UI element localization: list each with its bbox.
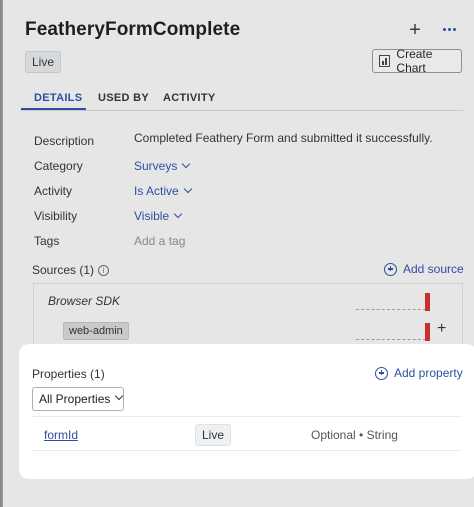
property-row[interactable]: formId Live Optional • String	[32, 416, 462, 451]
sparkline-bar	[425, 293, 430, 311]
category-value: Surveys	[134, 159, 178, 173]
visibility-label: Visibility	[34, 209, 78, 223]
status-badge: Live	[25, 51, 62, 73]
sparkline-bar	[425, 323, 430, 341]
tab-bar: DETAILS USED BY ACTIVITY	[21, 87, 463, 111]
properties-label: Properties (1)	[32, 367, 105, 381]
tab-details[interactable]: DETAILS	[34, 92, 82, 104]
add-tag-input[interactable]: Add a tag	[134, 234, 185, 248]
chevron-down-icon	[173, 209, 183, 219]
active-tab-indicator	[21, 108, 86, 110]
source-name[interactable]: Browser SDK	[48, 294, 120, 308]
activity-value: Is Active	[134, 184, 179, 198]
visibility-dropdown[interactable]: Visible	[134, 209, 183, 223]
properties-filter-select[interactable]: All Properties	[32, 387, 124, 411]
sparkline-baseline	[356, 339, 426, 340]
properties-card: Properties (1) Add property All Properti…	[19, 344, 474, 479]
properties-filter-value: All Properties	[39, 392, 111, 406]
chevron-down-icon	[115, 391, 124, 401]
plus-circle-icon	[375, 366, 388, 380]
description-label: Description	[34, 134, 95, 148]
create-chart-button[interactable]: Create Chart	[372, 47, 462, 75]
category-dropdown[interactable]: Surveys	[134, 159, 191, 173]
info-icon[interactable]: i	[98, 265, 110, 276]
property-type: Optional • String	[311, 428, 398, 442]
event-detail-panel: FeatheryFormComplete + Live Create Chart…	[2, 0, 474, 507]
add-source-button[interactable]: Add source	[384, 262, 464, 276]
activity-label: Activity	[34, 184, 73, 198]
page-title: FeatheryFormComplete	[25, 19, 241, 40]
add-property-button[interactable]: Add property	[375, 366, 463, 380]
add-source-label: Add source	[403, 262, 464, 276]
property-status-badge: Live	[195, 424, 232, 446]
create-chart-label: Create Chart	[396, 47, 433, 75]
sources-label: Sources (1)	[32, 263, 95, 277]
add-property-label: Add property	[394, 366, 463, 380]
tab-used-by[interactable]: USED BY	[98, 92, 149, 104]
source-sparkline	[356, 291, 432, 311]
sparkline-baseline	[356, 309, 426, 310]
visibility-value: Visible	[134, 209, 170, 223]
plus-circle-icon	[384, 262, 397, 276]
activity-dropdown[interactable]: Is Active	[134, 184, 192, 198]
more-options-icon[interactable]	[439, 17, 459, 43]
chevron-down-icon	[183, 184, 192, 194]
property-name-link[interactable]: formId	[44, 428, 78, 442]
description-value[interactable]: Completed Feathery Form and submitted it…	[134, 131, 433, 145]
tab-activity[interactable]: ACTIVITY	[163, 92, 216, 104]
source-tag[interactable]: web-admin	[63, 322, 129, 340]
tag-sparkline	[356, 321, 432, 341]
chevron-down-icon	[182, 159, 191, 169]
category-label: Category	[34, 159, 83, 173]
add-icon[interactable]: +	[405, 17, 425, 43]
sources-heading: Sources (1) i	[32, 263, 110, 277]
add-source-tag-icon[interactable]: +	[437, 320, 446, 338]
chart-icon	[379, 55, 391, 67]
tags-label: Tags	[34, 234, 60, 248]
